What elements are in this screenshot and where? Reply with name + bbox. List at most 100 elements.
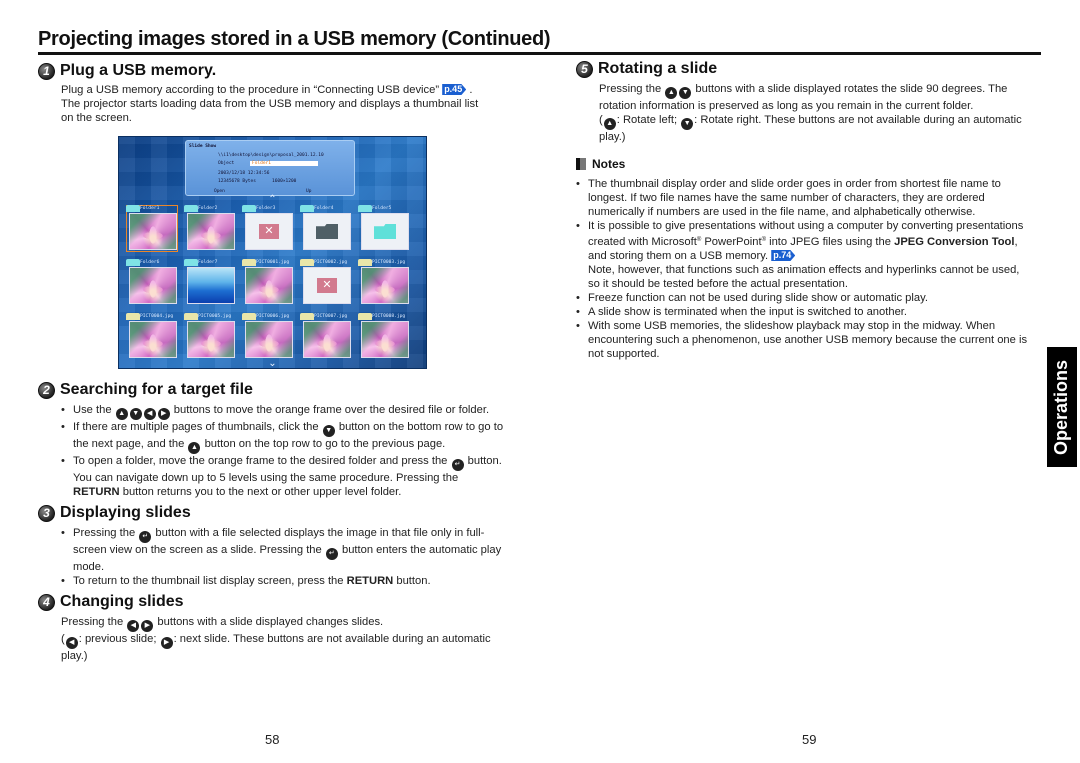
down-button-icon: ▼ <box>322 425 335 437</box>
error-thumbnail: ✕ <box>303 267 351 304</box>
left-column-lower: 2Searching for a target file Use the ▲▼◀… <box>38 379 518 663</box>
folder-icon <box>358 205 372 212</box>
thumbnail-label: Folder5 <box>372 206 392 211</box>
thumbnail-item[interactable]: PICT0003.jpg <box>358 259 410 306</box>
selected-item: Folder1 <box>250 161 318 166</box>
right-button-icon: ▶ <box>157 408 170 420</box>
up-button-icon: ▲ <box>188 442 201 454</box>
folder-icon <box>184 205 198 212</box>
thumbnail-item[interactable]: Folder5 <box>358 205 410 252</box>
page-down-arrow[interactable]: ⌄ <box>119 359 426 369</box>
folder-icon <box>184 259 198 266</box>
thumbnail-item[interactable]: PICT0006.jpg <box>242 313 294 360</box>
flower-image <box>361 267 409 304</box>
step-3-icon: 3 <box>38 504 55 522</box>
left-column: 1 Plug a USB memory. Plug a USB memory ac… <box>38 60 518 125</box>
size-text: 12345678 Bytes <box>218 179 256 184</box>
notes-heading: Notes <box>576 157 1046 171</box>
thumbnail-label: PICT0004.jpg <box>140 314 174 319</box>
step-4-icon: 4 <box>38 593 55 611</box>
thumbnail-label: Folder6 <box>140 260 160 265</box>
step-2-icon: 2 <box>38 381 55 399</box>
thumbnail-item[interactable]: PICT0005.jpg <box>184 313 236 360</box>
section-4-heading: 4 Changing slides <box>38 591 518 613</box>
right-column: 5 Rotating a slide Pressing the ▲ ▼ button… <box>576 58 1046 361</box>
right-button-icon: ▶ <box>160 637 173 649</box>
folder-icon <box>126 259 140 266</box>
thumbnail-item[interactable]: Folder4 <box>300 205 352 252</box>
left-button-icon: ◀ <box>143 408 156 420</box>
thumbnail-item[interactable]: Folder2 <box>184 205 236 252</box>
thumbnail-item[interactable]: PICT0004.jpg <box>126 313 178 360</box>
thumbnail-label: Folder2 <box>198 206 218 211</box>
file-icon <box>184 313 198 320</box>
datetime-text: 2003/12/18 12:34:56 <box>218 171 270 176</box>
flower-image <box>129 321 177 358</box>
thumbnail-item[interactable]: PICT0007.jpg <box>300 313 352 360</box>
thumbnail-label: PICT0007.jpg <box>314 314 348 319</box>
enter-button-icon: ↵ <box>139 531 152 543</box>
thumbnail-label: PICT0008.jpg <box>372 314 406 319</box>
page-link-p45[interactable]: p.45 <box>442 84 467 95</box>
folder-icon <box>300 205 314 212</box>
up-button-icon: ▲ <box>603 118 616 130</box>
up-button-icon: ▲ <box>115 408 128 420</box>
page-up-arrow[interactable]: ⌃ <box>119 195 426 205</box>
thumbnail-label: PICT0001.jpg <box>256 260 290 265</box>
thumbnail-item[interactable]: Folder1 <box>126 205 178 252</box>
section-1-body: Plug a USB memory according to the proce… <box>61 84 479 124</box>
page-link-p74[interactable]: p.74 <box>771 250 796 261</box>
path-text: \\i1\desktop\design\proposal_2001.12.10 <box>218 153 324 158</box>
right-button-icon: ▶ <box>141 620 154 632</box>
file-icon <box>358 259 372 266</box>
flower-image <box>245 321 293 358</box>
file-icon <box>358 313 372 320</box>
thumbnail-item[interactable]: PICT0002.jpg ✕ <box>300 259 352 306</box>
title-rule <box>38 52 1041 55</box>
file-icon <box>242 313 256 320</box>
file-icon <box>242 259 256 266</box>
operations-side-tab: Operations <box>1047 347 1077 467</box>
file-icon <box>300 313 314 320</box>
note-item: With some USB memories, the slideshow pl… <box>576 319 1046 361</box>
enter-hint: Open <box>214 189 225 194</box>
thumbnail-label: PICT0006.jpg <box>256 314 290 319</box>
thumbnail-item[interactable]: PICT0008.jpg <box>358 313 410 360</box>
note-item: Freeze function can not be used during s… <box>576 291 1046 305</box>
sea-image <box>187 267 235 304</box>
flower-image <box>303 321 351 358</box>
flower-image <box>187 321 235 358</box>
note-item: A slide show is terminated when the inpu… <box>576 305 1046 319</box>
error-thumbnail: ✕ <box>245 213 293 250</box>
section-2-body: Use the ▲▼◀▶ buttons to move the orange … <box>38 403 518 499</box>
down-button-icon: ▼ <box>679 87 692 99</box>
folder-icon <box>126 205 140 212</box>
page-number-left: 58 <box>265 732 280 747</box>
flower-image <box>187 213 235 250</box>
thumbnail-item[interactable]: Folder7 <box>184 259 236 306</box>
up-button-icon: ▲ <box>665 87 678 99</box>
thumbnail-label: PICT0002.jpg <box>314 260 348 265</box>
left-button-icon: ◀ <box>65 637 78 649</box>
thumbnail-item[interactable]: Folder6 <box>126 259 178 306</box>
page-title: Projecting images stored in a USB memory… <box>38 28 551 50</box>
thumbnail-item[interactable]: Folder3 ✕ <box>242 205 294 252</box>
info-panel: Slide Show \\i1\desktop\design\proposal_… <box>185 140 355 196</box>
page-number-right: 59 <box>802 732 817 747</box>
flower-image <box>245 267 293 304</box>
folder-thumbnail <box>361 213 409 250</box>
thumbnail-label: PICT0003.jpg <box>372 260 406 265</box>
section-3-heading: 3 Displaying slides <box>38 502 518 524</box>
note-item: The thumbnail display order and slide or… <box>576 177 1046 219</box>
open-folder-icon <box>316 224 338 239</box>
section-5-heading: 5 Rotating a slide <box>576 58 1046 80</box>
down-button-icon: ▼ <box>681 118 694 130</box>
section-2-heading: 2 Searching for a target file <box>38 379 518 401</box>
thumbnail-label: Folder4 <box>314 206 334 211</box>
step-5-icon: 5 <box>576 60 593 78</box>
thumbnail-item[interactable]: PICT0001.jpg <box>242 259 294 306</box>
enter-button-icon: ↵ <box>451 459 464 471</box>
thumbnail-screen: Slide Show \\i1\desktop\design\proposal_… <box>118 136 427 369</box>
empty-folder-icon <box>374 224 396 239</box>
unsupported-file-icon: ✕ <box>259 224 279 239</box>
